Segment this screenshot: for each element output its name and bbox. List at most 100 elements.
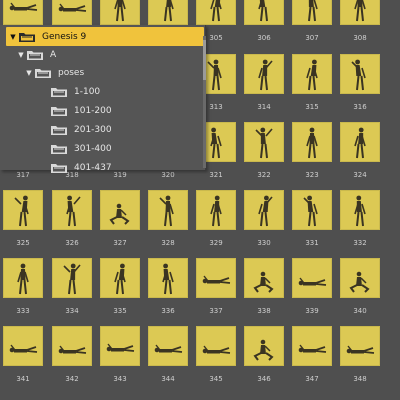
figure-pose-icon [244, 54, 284, 94]
pose-thumbnail[interactable] [196, 258, 236, 298]
figure-pose-icon [3, 258, 43, 298]
figure-pose-icon [340, 0, 380, 25]
pose-thumbnail[interactable] [340, 190, 380, 230]
pose-thumbnail-label: 330 [257, 239, 271, 247]
pose-thumbnail-label: 329 [209, 239, 223, 247]
pose-thumbnail[interactable] [340, 122, 380, 162]
content-library-tree: ▼ Genesis 9 ▼ A ▼ poses 1-100 101-200 201-… [0, 25, 206, 173]
pose-thumbnail-label: 323 [305, 171, 319, 179]
pose-thumbnail[interactable] [292, 190, 332, 230]
pose-thumbnail-label: 324 [353, 171, 367, 179]
figure-pose-icon [148, 190, 188, 230]
expand-arrow-icon[interactable]: ▼ [24, 69, 34, 77]
pose-thumbnail-label: 332 [353, 239, 367, 247]
pose-thumbnail-label: 339 [305, 307, 319, 315]
pose-thumbnail[interactable] [100, 326, 140, 366]
pose-thumbnail-label: 315 [305, 103, 319, 111]
pose-thumbnail[interactable] [244, 326, 284, 366]
pose-thumbnail-label: 328 [161, 239, 175, 247]
pose-thumbnail[interactable] [3, 190, 43, 230]
pose-thumbnail[interactable] [100, 190, 140, 230]
figure-pose-icon [148, 326, 188, 366]
tree-item-label: 401-437 [74, 162, 112, 173]
folder-icon [50, 162, 68, 174]
tree-item-genesis-9[interactable]: ▼ Genesis 9 [6, 27, 204, 46]
pose-thumbnail-label: 344 [161, 375, 175, 383]
folder-icon [34, 67, 52, 79]
figure-pose-icon [340, 190, 380, 230]
figure-pose-icon [292, 54, 332, 94]
tree-item-label: 101-200 [74, 105, 112, 116]
figure-pose-icon [196, 190, 236, 230]
pose-thumbnail[interactable] [196, 0, 236, 25]
pose-thumbnail-label: 308 [353, 34, 367, 42]
pose-thumbnail-label: 343 [113, 375, 127, 383]
pose-thumbnail[interactable] [100, 258, 140, 298]
pose-thumbnail[interactable] [148, 326, 188, 366]
figure-pose-icon [292, 190, 332, 230]
pose-thumbnail-label: 321 [209, 171, 223, 179]
pose-thumbnail-label: 314 [257, 103, 271, 111]
pose-thumbnail[interactable] [148, 190, 188, 230]
figure-pose-icon [340, 54, 380, 94]
pose-thumbnail-label: 346 [257, 375, 271, 383]
pose-thumbnail[interactable] [3, 326, 43, 366]
folder-icon [50, 105, 68, 117]
folder-icon [26, 49, 44, 61]
tree-item-101-200[interactable]: 101-200 [40, 101, 112, 120]
tree-item-a[interactable]: ▼ A [16, 45, 56, 64]
figure-pose-icon [340, 122, 380, 162]
pose-thumbnail[interactable] [244, 122, 284, 162]
figure-pose-icon [3, 190, 43, 230]
pose-thumbnail[interactable] [148, 258, 188, 298]
figure-pose-icon [52, 258, 92, 298]
pose-thumbnail[interactable] [196, 326, 236, 366]
figure-pose-icon [52, 326, 92, 366]
pose-thumbnail[interactable] [292, 122, 332, 162]
pose-thumbnail[interactable] [244, 54, 284, 94]
pose-thumbnail[interactable] [52, 326, 92, 366]
pose-thumbnail-label: 335 [113, 307, 127, 315]
tree-item-201-300[interactable]: 201-300 [40, 120, 112, 139]
pose-thumbnail-label: 337 [209, 307, 223, 315]
pose-thumbnail-label: 333 [16, 307, 30, 315]
pose-thumbnail[interactable] [292, 326, 332, 366]
figure-pose-icon [340, 258, 380, 298]
pose-thumbnail[interactable] [52, 0, 92, 25]
pose-thumbnail-label: 316 [353, 103, 367, 111]
pose-thumbnail[interactable] [3, 0, 43, 25]
pose-thumbnail[interactable] [340, 258, 380, 298]
figure-pose-icon [244, 258, 284, 298]
pose-thumbnail[interactable] [148, 0, 188, 25]
expand-arrow-icon[interactable]: ▼ [8, 33, 18, 41]
pose-thumbnail[interactable] [292, 258, 332, 298]
pose-thumbnail[interactable] [100, 0, 140, 25]
pose-thumbnail[interactable] [3, 258, 43, 298]
pose-thumbnail[interactable] [244, 258, 284, 298]
figure-pose-icon [196, 258, 236, 298]
pose-thumbnail[interactable] [292, 0, 332, 25]
tree-item-1-100[interactable]: 1-100 [40, 82, 100, 101]
pose-thumbnail[interactable] [340, 54, 380, 94]
pose-thumbnail[interactable] [340, 326, 380, 366]
pose-thumbnail-label: 347 [305, 375, 319, 383]
pose-thumbnail-label: 341 [16, 375, 30, 383]
figure-pose-icon [244, 326, 284, 366]
pose-thumbnail[interactable] [52, 258, 92, 298]
tree-item-label: poses [58, 67, 85, 78]
expand-arrow-icon[interactable]: ▼ [16, 51, 26, 59]
pose-thumbnail[interactable] [196, 190, 236, 230]
tree-item-301-400[interactable]: 301-400 [40, 139, 112, 158]
pose-thumbnail[interactable] [244, 0, 284, 25]
pose-thumbnail[interactable] [292, 54, 332, 94]
tree-item-401-437[interactable]: 401-437 [40, 158, 112, 177]
pose-thumbnail-label: 306 [257, 34, 271, 42]
pose-thumbnail-label: 340 [353, 307, 367, 315]
pose-thumbnail[interactable] [244, 190, 284, 230]
tree-item-poses[interactable]: ▼ poses [24, 63, 84, 82]
tree-item-label: 301-400 [74, 143, 112, 154]
pose-thumbnail-label: 327 [113, 239, 127, 247]
tree-scrollbar-thumb[interactable] [203, 40, 206, 80]
pose-thumbnail[interactable] [52, 190, 92, 230]
pose-thumbnail[interactable] [340, 0, 380, 25]
